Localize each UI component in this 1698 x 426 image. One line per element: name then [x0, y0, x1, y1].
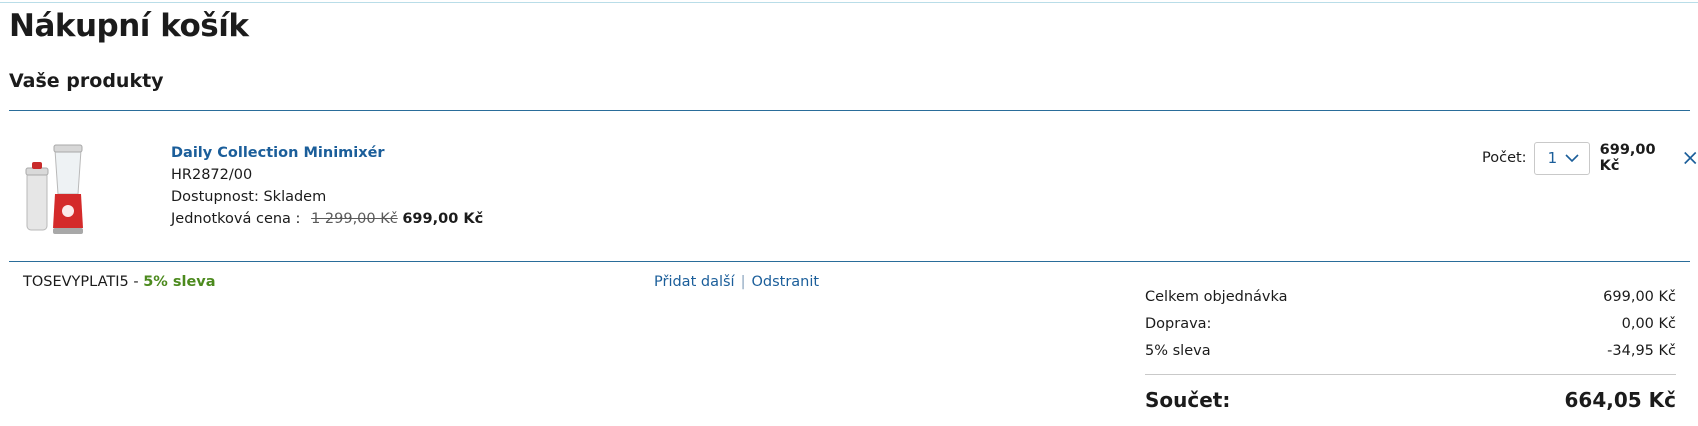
section-title: Vaše produkty	[9, 70, 164, 92]
unit-price-label: Jednotková cena :	[171, 211, 301, 227]
product-image[interactable]	[24, 142, 90, 238]
close-icon[interactable]	[1682, 149, 1698, 167]
order-summary: Celkem objednávka 699,00 Kč Doprava: 0,0…	[1145, 283, 1676, 412]
quantity-area: Počet: 1 699,00 Kč	[1482, 141, 1698, 175]
coupon-discount: 5% sleva	[143, 274, 216, 290]
divider-bottom	[9, 261, 1690, 262]
coupon-code: TOSEVYPLATI5	[23, 274, 129, 290]
summary-row-order: Celkem objednávka 699,00 Kč	[1145, 283, 1676, 310]
product-info: Daily Collection Minimixér HR2872/00 Dos…	[171, 142, 483, 230]
coupon-info: TOSEVYPLATI5 - 5% sleva	[23, 274, 216, 290]
top-border	[0, 2, 1698, 3]
product-sku: HR2872/00	[171, 167, 253, 183]
summary-row-discount: 5% sleva -34,95 Kč	[1145, 337, 1676, 364]
quantity-select[interactable]: 1	[1533, 141, 1590, 175]
discount-label: 5% sleva	[1145, 342, 1211, 359]
discount-value: -34,95 Kč	[1607, 342, 1676, 359]
shipping-value: 0,00 Kč	[1621, 315, 1676, 332]
summary-row-shipping: Doprava: 0,00 Kč	[1145, 310, 1676, 337]
coupon-separator: -	[128, 274, 144, 290]
product-name-link[interactable]: Daily Collection Minimixér	[171, 142, 483, 164]
grand-total-label: Součet:	[1145, 388, 1231, 412]
unit-price-row: Jednotková cena : 1 299,00 Kč 699,00 Kč	[171, 208, 483, 230]
page-title: Nákupní košík	[9, 8, 249, 44]
new-price: 699,00 Kč	[402, 211, 484, 227]
grand-total-value: 664,05 Kč	[1564, 388, 1677, 412]
blender-icon	[25, 144, 83, 234]
product-availability: Dostupnost: Skladem	[171, 189, 327, 205]
coupon-actions: Přidat další | Odstranit	[654, 274, 819, 290]
line-price: 699,00 Kč	[1599, 142, 1656, 174]
order-total-label: Celkem objednávka	[1145, 288, 1288, 305]
remove-coupon-link[interactable]: Odstranit	[751, 274, 819, 290]
quantity-label: Počet:	[1482, 150, 1527, 166]
quantity-value: 1	[1547, 149, 1558, 167]
old-price: 1 299,00 Kč	[311, 211, 398, 227]
summary-row-total: Součet: 664,05 Kč	[1145, 388, 1676, 412]
summary-divider	[1145, 374, 1676, 375]
add-coupon-link[interactable]: Přidat další	[654, 274, 735, 290]
order-total-value: 699,00 Kč	[1603, 288, 1676, 305]
divider-top	[9, 110, 1690, 111]
chevron-down-icon	[1565, 153, 1579, 162]
shipping-label: Doprava:	[1145, 315, 1212, 332]
link-separator: |	[740, 274, 746, 290]
